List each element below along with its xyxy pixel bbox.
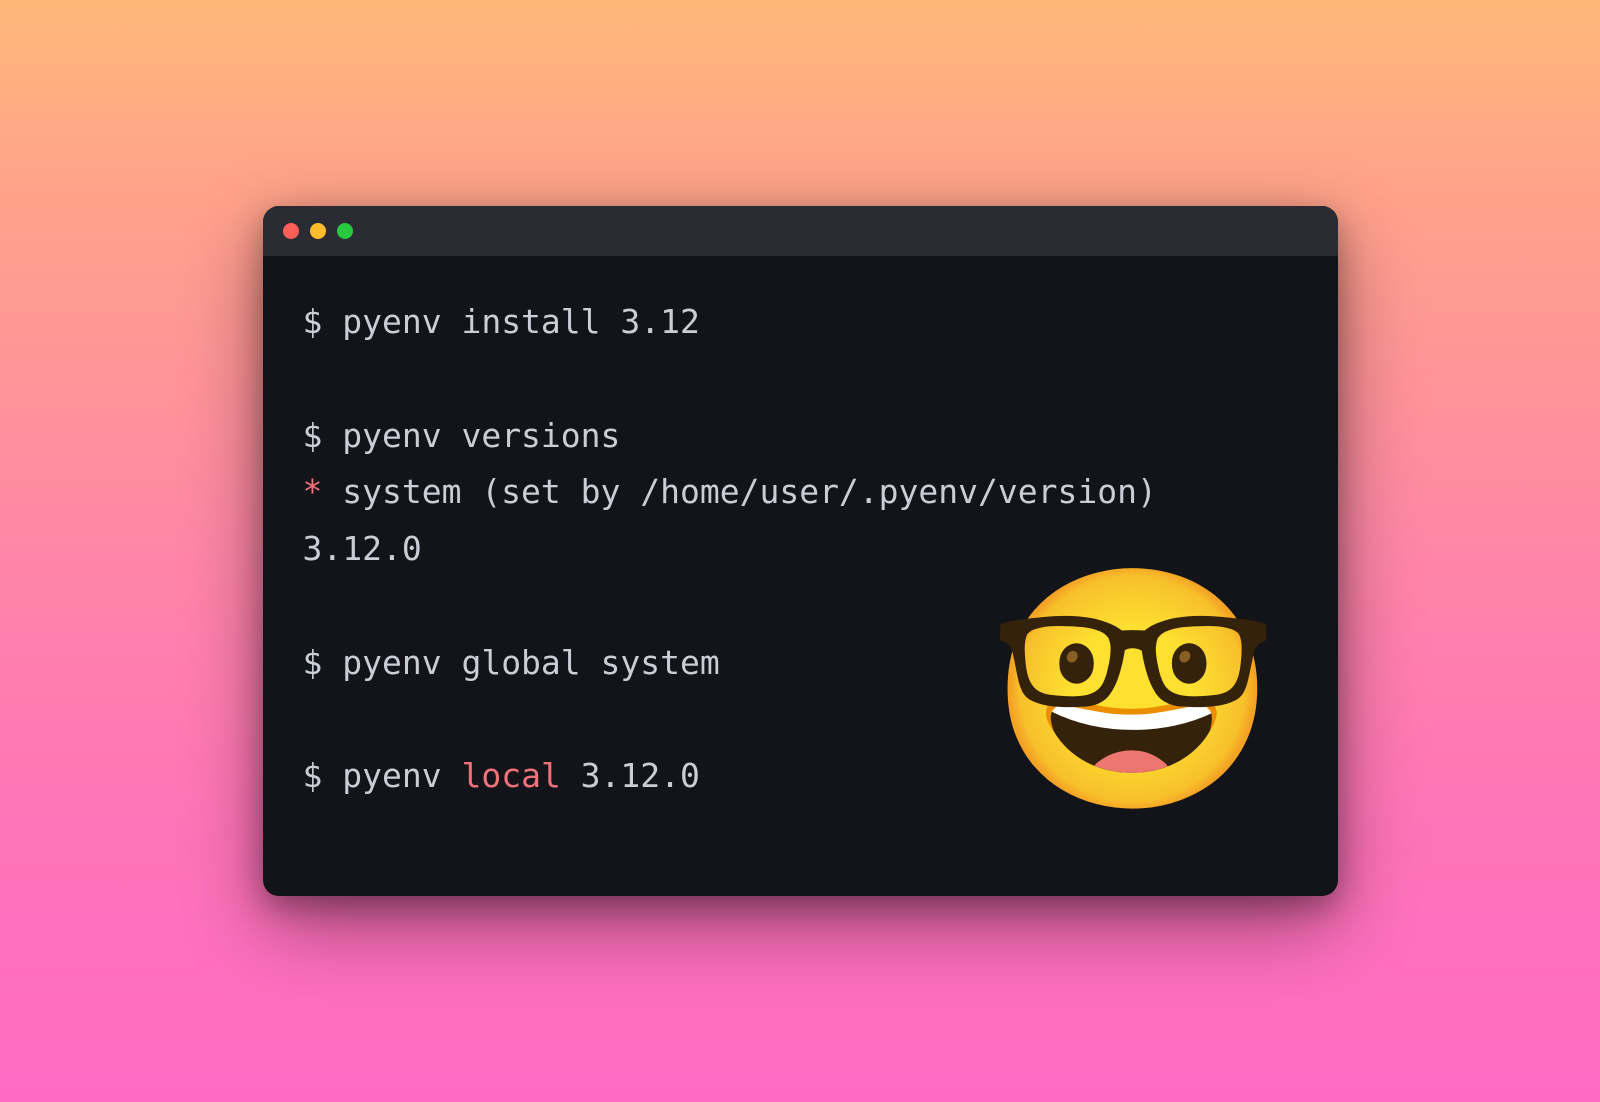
active-marker-icon: * — [303, 472, 323, 511]
blank-line — [303, 578, 1298, 635]
command-line-3: $ pyenv global system — [303, 635, 1298, 692]
minimize-icon[interactable] — [310, 223, 326, 239]
command-line-1: $ pyenv install 3.12 — [303, 294, 1298, 351]
close-icon[interactable] — [283, 223, 299, 239]
output-text: system (set by /home/user/.pyenv/version… — [322, 472, 1156, 511]
terminal-window: $ pyenv install 3.12 $ pyenv versions * … — [263, 206, 1338, 896]
output-text: 3.12.0 — [303, 529, 422, 568]
prompt-symbol: $ — [303, 643, 323, 682]
maximize-icon[interactable] — [337, 223, 353, 239]
command-text: pyenv versions — [342, 416, 620, 455]
output-line: * system (set by /home/user/.pyenv/versi… — [303, 464, 1298, 521]
prompt-symbol: $ — [303, 416, 323, 455]
command-line-2: $ pyenv versions — [303, 408, 1298, 465]
command-line-4: $ pyenv local 3.12.0 — [303, 748, 1298, 805]
command-text-pre: pyenv — [342, 756, 461, 795]
command-text-highlight: local — [461, 756, 560, 795]
command-text: pyenv global system — [342, 643, 720, 682]
blank-line — [303, 351, 1298, 408]
command-text-post: 3.12.0 — [561, 756, 700, 795]
title-bar — [263, 206, 1338, 256]
prompt-symbol: $ — [303, 302, 323, 341]
terminal-body[interactable]: $ pyenv install 3.12 $ pyenv versions * … — [263, 256, 1338, 896]
blank-line — [303, 691, 1298, 748]
prompt-symbol: $ — [303, 756, 323, 795]
output-line: 3.12.0 — [303, 521, 1298, 578]
command-text: pyenv install 3.12 — [342, 302, 700, 341]
